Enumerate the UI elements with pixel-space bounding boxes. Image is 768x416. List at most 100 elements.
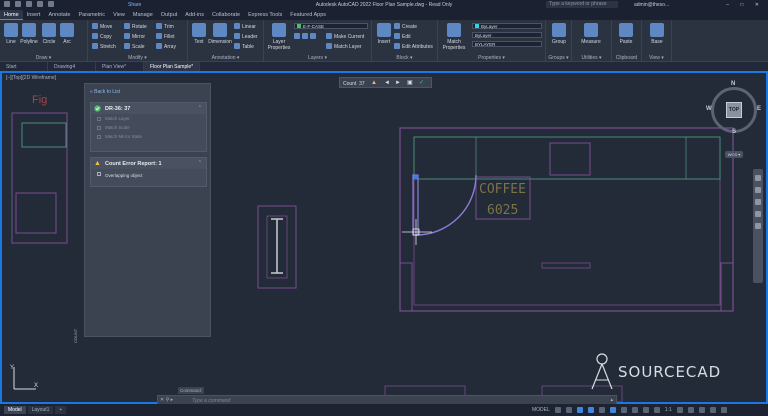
drawing-viewport[interactable]: Fig COFFEE 6025 [–][Top][2D Wireframe] C…: [0, 71, 768, 405]
create-block-button[interactable]: Create: [394, 23, 417, 30]
window-controls[interactable]: – □ ✕: [726, 2, 764, 8]
selection-cycling-icon[interactable]: [642, 407, 649, 413]
fullscreen-icon[interactable]: [709, 407, 716, 413]
done-check-icon[interactable]: ✓: [419, 80, 424, 86]
insert-field-icon[interactable]: ▣: [407, 80, 413, 86]
grid-icon[interactable]: [554, 407, 561, 413]
tab-annotate[interactable]: Annotate: [44, 10, 74, 20]
west-label[interactable]: W: [706, 106, 712, 112]
tab-output[interactable]: Output: [157, 10, 182, 20]
table-tool[interactable]: Table: [234, 43, 254, 50]
east-label[interactable]: E: [757, 106, 761, 112]
measure-button[interactable]: Measure: [576, 23, 606, 45]
tab-collaborate[interactable]: Collaborate: [208, 10, 244, 20]
previous-arrow-icon[interactable]: ◄: [384, 80, 390, 86]
linetype-dropdown[interactable]: ByLayer: [472, 32, 542, 38]
trim-tool[interactable]: Trim: [156, 23, 174, 30]
move-tool[interactable]: Move: [92, 23, 112, 30]
scale-tool[interactable]: Scale: [124, 43, 145, 50]
match-scale-option[interactable]: Match Scale: [91, 123, 206, 132]
circle-tool[interactable]: Circle: [41, 23, 57, 45]
tab-view[interactable]: View: [109, 10, 129, 20]
steering-wheel-icon[interactable]: [755, 175, 761, 181]
layer-dropdown[interactable]: E-F-CASE: [294, 23, 368, 29]
viewport-controls[interactable]: [–][Top][2D Wireframe]: [6, 75, 56, 81]
chevron-up-icon[interactable]: ⌃: [198, 105, 202, 111]
array-tool[interactable]: Array: [156, 43, 176, 50]
warning-icon[interactable]: ▲: [371, 80, 377, 86]
block-panel-label[interactable]: Block ▾: [372, 55, 437, 61]
edit-block-button[interactable]: Edit: [394, 33, 411, 40]
lineweight-icon[interactable]: [620, 407, 627, 413]
color-dropdown[interactable]: ByLayer: [472, 23, 542, 29]
stretch-tool[interactable]: Stretch: [92, 43, 116, 50]
customize-icon[interactable]: [720, 407, 727, 413]
line-tool[interactable]: Line: [3, 23, 19, 45]
tab-express-tools[interactable]: Express Tools: [244, 10, 286, 20]
units-icon[interactable]: [698, 407, 705, 413]
view-cube-top-face[interactable]: TOP: [726, 102, 742, 118]
match-mirror-checkbox[interactable]: [97, 135, 101, 139]
count-error-header[interactable]: ▲ Count Error Report: 1 ⌃: [91, 158, 206, 169]
make-current-button[interactable]: Make Current: [326, 33, 364, 40]
match-layer-option[interactable]: Match Layer: [91, 114, 206, 123]
base-view-button[interactable]: Base: [647, 23, 667, 45]
tab-manage[interactable]: Manage: [129, 10, 157, 20]
tab-parametric[interactable]: Parametric: [74, 10, 109, 20]
chevron-up-icon[interactable]: ▴: [610, 397, 613, 403]
file-tab-drawing4[interactable]: Drawing4: [48, 62, 96, 71]
back-to-list-link[interactable]: « Back to List: [90, 89, 120, 95]
pan-icon[interactable]: [755, 187, 761, 193]
match-layer-button[interactable]: Match Layer: [326, 43, 362, 50]
draw-panel-label[interactable]: Draw ▾: [0, 55, 87, 61]
object-snap-icon[interactable]: [609, 407, 616, 413]
text-tool[interactable]: Text: [191, 23, 207, 45]
annotation-visibility-icon[interactable]: [653, 407, 660, 413]
add-layout-button[interactable]: +: [55, 406, 67, 414]
model-space-toggle[interactable]: MODEL: [532, 407, 550, 413]
tab-insert[interactable]: Insert: [23, 10, 45, 20]
layout-tab-layout1[interactable]: Layout1: [27, 406, 54, 414]
user-account[interactable]: admin@theso...: [634, 2, 669, 8]
file-tab-plan-view[interactable]: Plan View*: [96, 62, 144, 71]
groups-panel-label[interactable]: Groups ▾: [546, 55, 571, 61]
lineweight-dropdown[interactable]: BYLAYER: [472, 41, 542, 47]
search-input[interactable]: Type a keyword or phrase: [546, 1, 618, 8]
paste-button[interactable]: Paste: [616, 23, 636, 45]
door-grip[interactable]: [413, 174, 419, 180]
orbit-icon[interactable]: [755, 211, 761, 217]
navigation-bar[interactable]: [753, 169, 763, 283]
match-layer-checkbox[interactable]: [97, 117, 101, 121]
mirror-tool[interactable]: Mirror: [124, 33, 145, 40]
snap-icon[interactable]: [565, 407, 572, 413]
plus-icon[interactable]: [687, 407, 694, 413]
rotate-tool[interactable]: Rotate: [124, 23, 147, 30]
match-scale-checkbox[interactable]: [97, 126, 101, 130]
polar-icon[interactable]: [587, 407, 594, 413]
ortho-icon[interactable]: [576, 407, 583, 413]
gear-icon[interactable]: [676, 407, 683, 413]
insert-block-button[interactable]: Insert: [375, 23, 393, 45]
chevron-up-icon[interactable]: ⌃: [198, 160, 202, 166]
count-item-header[interactable]: DR-36: 37 ⌃: [91, 103, 206, 114]
close-icon[interactable]: ✕ ⚲ ▸: [160, 397, 173, 403]
layout-tab-model[interactable]: Model: [4, 406, 26, 414]
zoom-icon[interactable]: [755, 199, 761, 205]
north-label[interactable]: N: [731, 81, 735, 87]
tab-add-ins[interactable]: Add-ins: [181, 10, 208, 20]
layer-properties-button[interactable]: Layer Properties: [267, 23, 291, 51]
next-arrow-icon[interactable]: ►: [395, 80, 401, 86]
arc-tool[interactable]: Arc: [60, 23, 74, 45]
match-properties-button[interactable]: Match Properties: [441, 23, 467, 51]
group-button[interactable]: Group: [549, 23, 569, 45]
south-label[interactable]: S: [732, 129, 736, 135]
file-tab-floor-plan[interactable]: Floor Plan Sample*: [144, 62, 201, 71]
linear-tool[interactable]: Linear: [234, 23, 256, 30]
isodraft-icon[interactable]: [598, 407, 605, 413]
annotation-panel-label[interactable]: Annotation ▾: [188, 55, 263, 61]
error-item[interactable]: Overlapping object: [91, 169, 206, 183]
transparency-icon[interactable]: [631, 407, 638, 413]
edit-attributes-button[interactable]: Edit Attributes: [394, 43, 433, 50]
copy-tool[interactable]: Copy: [92, 33, 112, 40]
dimension-tool[interactable]: Dimension: [207, 23, 233, 45]
